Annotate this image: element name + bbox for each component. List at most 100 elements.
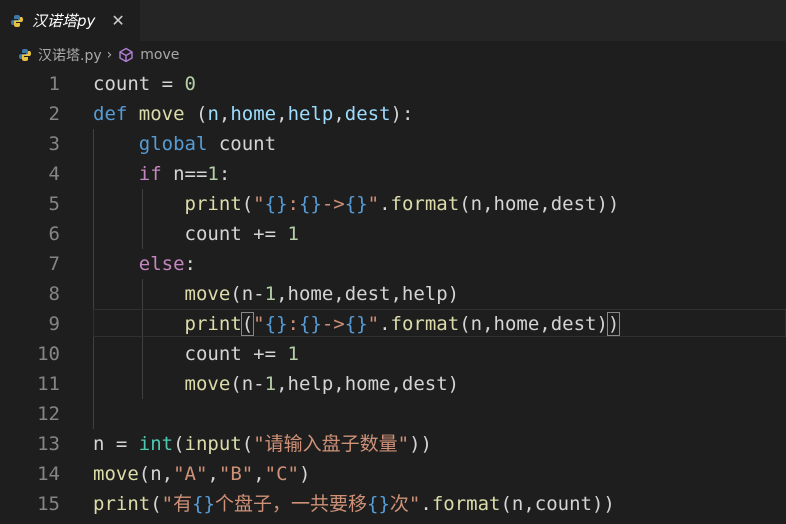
python-file-icon	[11, 14, 23, 27]
code-token: 次"	[389, 493, 421, 515]
code-token: print	[93, 493, 151, 515]
code-token: (	[150, 493, 162, 515]
code-token: (n,home,dest))	[459, 193, 620, 215]
line-number: 1	[48, 73, 60, 95]
code-line[interactable]: 5 print("{}:{}->{}".format(n,home,dest))	[0, 189, 786, 219]
code-token: {}	[344, 193, 368, 215]
code-text: else:	[93, 249, 196, 279]
code-line[interactable]: 2 def move (n,home,help,dest):	[0, 99, 786, 129]
code-line[interactable]: 6 count += 1	[0, 219, 786, 249]
code-text: move(n-1,home,dest,help)	[93, 279, 460, 309]
code-token: move	[184, 283, 231, 305]
code-editor[interactable]: 1 count = 0 2 def move (n,home,help,dest): 3…	[0, 69, 786, 524]
code-text: move(n,"A","B","C")	[93, 459, 310, 489]
code-token: count +=	[93, 223, 288, 245]
code-line[interactable]: 12	[0, 399, 786, 429]
line-number: 10	[37, 343, 60, 365]
code-token: {}	[367, 493, 390, 515]
line-number: 2	[48, 103, 60, 125]
breadcrumb-symbol[interactable]: move	[140, 47, 179, 63]
code-token: help	[287, 103, 334, 125]
code-text: count += 1	[93, 219, 299, 249]
code-token: :	[287, 193, 299, 215]
code-token: print	[184, 193, 242, 215]
code-token: (n-	[230, 373, 265, 395]
code-text: move(n-1,help,home,dest)	[93, 369, 460, 399]
code-token: n =	[93, 433, 139, 455]
code-token: {}	[264, 313, 288, 335]
tab-bar: 汉诺塔py ✕	[0, 0, 786, 41]
code-text: print("{}:{}->{}".format(n,home,dest))	[93, 309, 621, 339]
code-line[interactable]: 15 print("有{}个盘子，一共要移{}次".format(n,count)…	[0, 489, 786, 519]
code-text: count = 0	[93, 69, 196, 99]
code-token: count =	[93, 73, 185, 95]
code-token: count +=	[93, 343, 288, 365]
code-token: (n,	[138, 463, 174, 485]
line-number: 11	[37, 373, 60, 395]
code-token: "	[367, 193, 380, 215]
code-token: :	[287, 313, 299, 335]
code-token: home	[230, 103, 277, 125]
code-token: count	[207, 133, 277, 155]
code-token: (	[241, 193, 254, 215]
code-text: n = int(input("请输入盘子数量"))	[93, 429, 432, 459]
code-line[interactable]: 4 if n==1:	[0, 159, 786, 189]
code-token: move	[93, 463, 139, 485]
code-token: (	[173, 433, 185, 455]
code-token: format	[431, 493, 501, 515]
chevron-right-icon: ›	[106, 47, 113, 63]
code-token: .	[420, 493, 432, 515]
code-line[interactable]: 3 global count	[0, 129, 786, 159]
code-token: (	[184, 103, 208, 125]
code-token: ,	[333, 103, 345, 125]
code-token: 个盘子，一共要移	[215, 493, 368, 515]
code-text: print("{}:{}->{}".format(n,home,dest))	[93, 189, 620, 219]
code-token: ->	[321, 313, 345, 335]
code-line[interactable]: 8 move(n-1,home,dest,help)	[0, 279, 786, 309]
code-token: .	[379, 313, 391, 335]
code-token: "C"	[264, 463, 299, 485]
breadcrumb-file[interactable]: 汉诺塔.py	[38, 45, 102, 65]
code-token: global	[138, 133, 208, 155]
code-text: count += 1	[93, 339, 299, 369]
line-number: 3	[48, 133, 60, 155]
code-token: move	[184, 373, 231, 395]
code-token: (	[240, 312, 255, 336]
code-token: 1	[287, 223, 299, 245]
code-line[interactable]: 11 move(n-1,help,home,dest)	[0, 369, 786, 399]
code-token: "请输入盘子数量"	[253, 433, 410, 455]
code-token: format	[390, 313, 460, 335]
code-text: def move (n,home,help,dest):	[93, 99, 413, 129]
code-token: (	[241, 433, 254, 455]
code-line[interactable]: 1 count = 0	[0, 69, 786, 99]
code-token: "A"	[173, 463, 208, 485]
code-line[interactable]: 14 move(n,"A","B","C")	[0, 459, 786, 489]
code-token: 1	[264, 373, 277, 395]
line-number: 12	[37, 403, 60, 425]
code-line[interactable]: 7 else:	[0, 249, 786, 279]
symbol-method-icon	[119, 47, 133, 63]
code-token: {}	[192, 493, 215, 515]
code-line[interactable]: 10 count += 1	[0, 339, 786, 369]
code-token: .	[379, 193, 391, 215]
code-text: if n==1:	[93, 159, 231, 189]
line-number: 14	[37, 463, 60, 485]
code-token: else	[138, 253, 185, 275]
code-token: {}	[298, 313, 322, 335]
code-token: :	[218, 163, 231, 185]
code-line[interactable]: 9 print("{}:{}->{}".format(n,home,dest))	[0, 309, 786, 339]
line-number: 9	[48, 313, 60, 335]
close-icon[interactable]: ✕	[111, 11, 124, 30]
tab-hanoi-py[interactable]: 汉诺塔py ✕	[0, 0, 140, 41]
line-number: 13	[37, 433, 60, 455]
code-token: print	[184, 313, 242, 335]
code-token: ):	[390, 103, 414, 125]
code-line[interactable]: 13 n = int(input("请输入盘子数量"))	[0, 429, 786, 459]
python-file-icon	[19, 49, 31, 61]
